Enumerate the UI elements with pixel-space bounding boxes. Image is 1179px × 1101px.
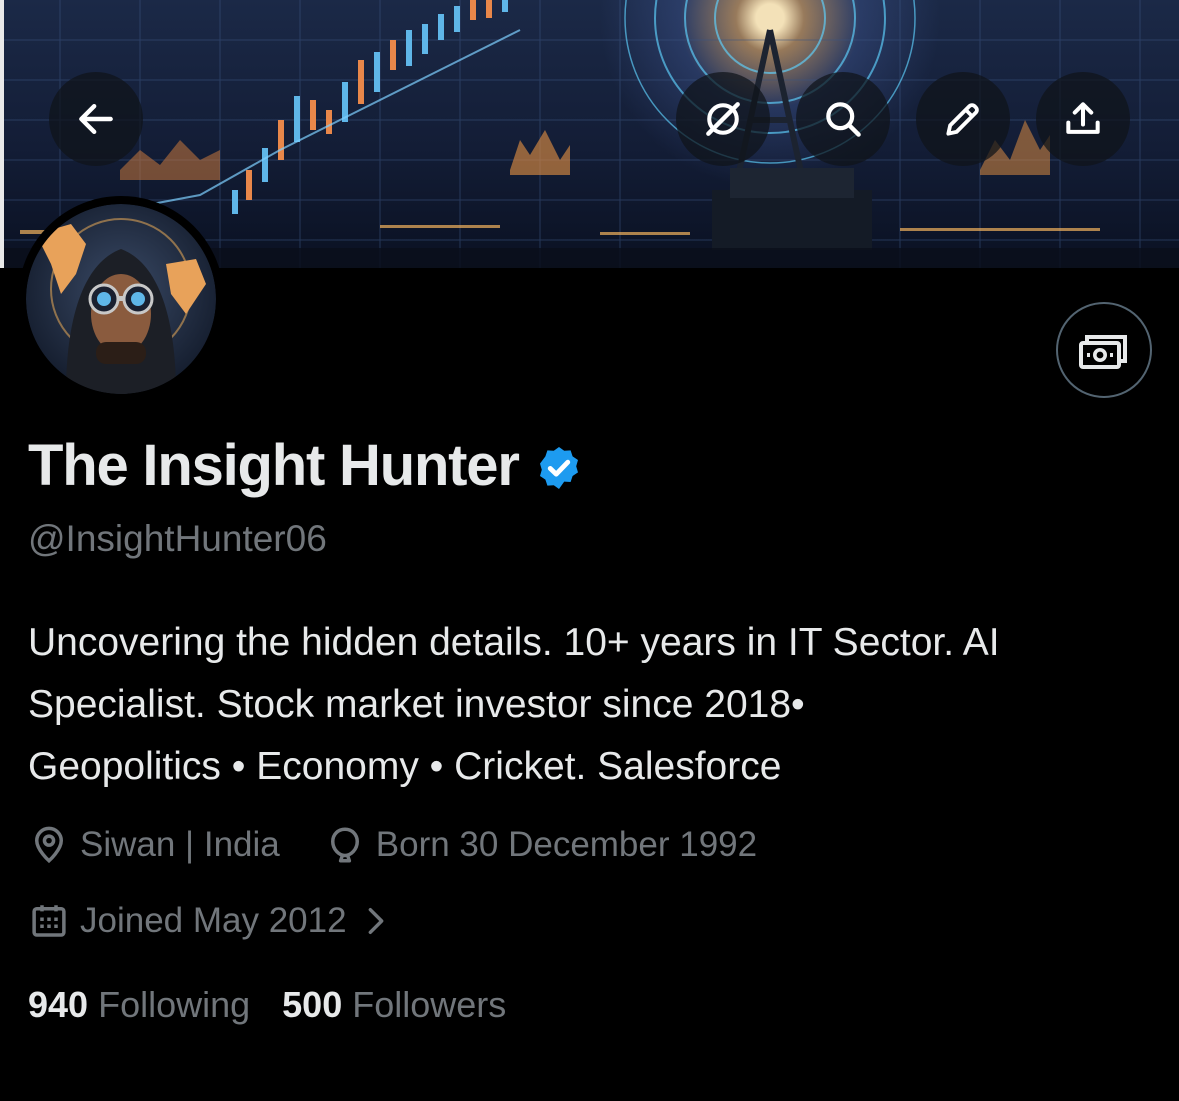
bio-line: Specialist. Stock market investor since … <box>28 683 805 726</box>
location-pin-icon <box>34 826 64 864</box>
joined-row[interactable]: Joined May 2012 <box>28 900 393 942</box>
bio-line: Uncovering the hidden details. 10+ years… <box>28 621 1000 664</box>
profile-name-row: The Insight Hunter <box>28 432 583 499</box>
edit-button[interactable] <box>916 72 1010 166</box>
calendar-icon <box>32 905 66 937</box>
search-icon <box>826 102 861 137</box>
following-count: 940 <box>28 984 89 1025</box>
subscribe-button[interactable] <box>1056 302 1152 398</box>
banner-edge <box>0 0 4 268</box>
display-name: The Insight Hunter <box>28 433 520 498</box>
following-link[interactable]: 940 Following <box>28 984 250 1026</box>
location-item: Siwan | India <box>28 824 280 866</box>
profile-avatar[interactable] <box>18 196 224 402</box>
back-button[interactable] <box>49 72 143 166</box>
following-label: Following <box>98 984 251 1025</box>
balloon-icon <box>330 827 359 863</box>
joined-item[interactable]: Joined May 2012 <box>28 900 393 942</box>
edit-pencil-icon <box>946 103 979 136</box>
birthday-item: Born 30 December 1992 <box>324 824 757 866</box>
follow-stats: 940 Following 500 Followers <box>28 984 506 1026</box>
followers-link[interactable]: 500 Followers <box>282 984 506 1026</box>
avatar-image <box>26 204 216 394</box>
grok-icon <box>706 102 740 136</box>
money-icon <box>1079 335 1127 369</box>
location-text: Siwan | India <box>80 825 280 864</box>
profile-handle: @InsightHunter06 <box>28 518 327 559</box>
share-button[interactable] <box>1036 72 1130 166</box>
followers-count: 500 <box>282 984 343 1025</box>
profile-bio: Uncovering the hidden details. 10+ years… <box>28 612 1158 798</box>
bio-line: Geopolitics • Economy • Cricket. Salesfo… <box>28 745 782 788</box>
chevron-right-icon <box>368 907 383 935</box>
arrow-left-icon <box>79 103 113 135</box>
grok-button[interactable] <box>676 72 770 166</box>
profile-meta-row: Siwan | India Born 30 December 1992 <box>28 824 757 866</box>
share-upload-icon <box>1066 102 1100 134</box>
birthday-text: Born 30 December 1992 <box>375 825 758 864</box>
verified-badge-icon[interactable] <box>535 444 583 492</box>
joined-text: Joined May 2012 <box>80 901 347 940</box>
search-button[interactable] <box>796 72 890 166</box>
followers-label: Followers <box>352 984 507 1025</box>
